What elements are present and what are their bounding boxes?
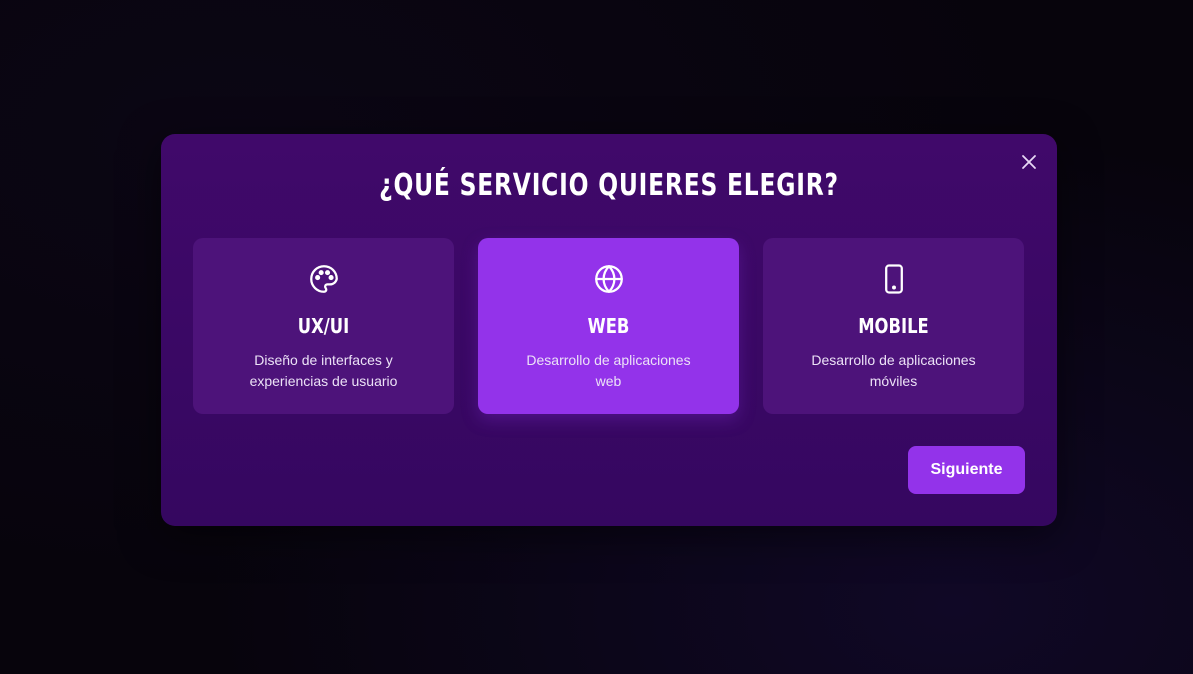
globe-icon [594,265,623,293]
service-title: UX/UI [297,314,350,338]
service-options: UX/UI Diseño de interfaces y experiencia… [193,238,1025,414]
service-title: MOBILE [858,314,929,338]
palette-icon [309,265,338,293]
modal-title: ¿QUÉ SERVICIO QUIERES ELEGIR? [379,168,839,203]
service-card-web[interactable]: WEB Desarrollo de aplicaciones web [478,238,739,414]
service-title: WEB [587,314,630,338]
service-description: Desarrollo de aplicaciones móviles [811,352,976,389]
close-icon [1022,155,1036,169]
service-card-uxui[interactable]: UX/UI Diseño de interfaces y experiencia… [193,238,454,414]
service-card-mobile[interactable]: MOBILE Desarrollo de aplicaciones móvile… [763,238,1024,414]
close-button[interactable] [1019,152,1039,172]
service-description: Diseño de interfaces y experiencias de u… [249,352,398,389]
next-button[interactable]: Siguiente [908,446,1025,494]
tablet-icon [884,264,903,294]
service-description: Desarrollo de aplicaciones web [526,352,691,389]
service-selection-modal: ¿QUÉ SERVICIO QUIERES ELEGIR? UX/UI Dise… [161,134,1057,526]
